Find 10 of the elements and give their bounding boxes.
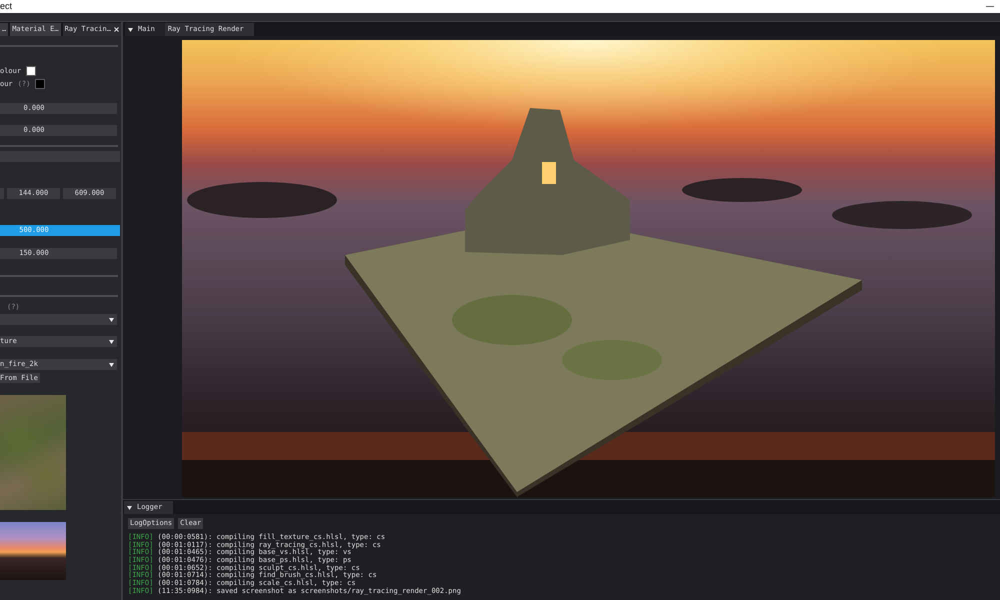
window-title: ect [0, 0, 12, 13]
color-swatch[interactable] [35, 79, 46, 89]
caret-icon [109, 362, 114, 366]
caret-icon [109, 340, 114, 344]
caret-icon [109, 318, 114, 322]
caret-icon[interactable] [128, 28, 132, 32]
caret-icon[interactable] [126, 506, 132, 510]
panorama-placeholder [0, 522, 66, 580]
color-swatch[interactable] [26, 66, 36, 76]
close-icon[interactable] [114, 27, 119, 32]
